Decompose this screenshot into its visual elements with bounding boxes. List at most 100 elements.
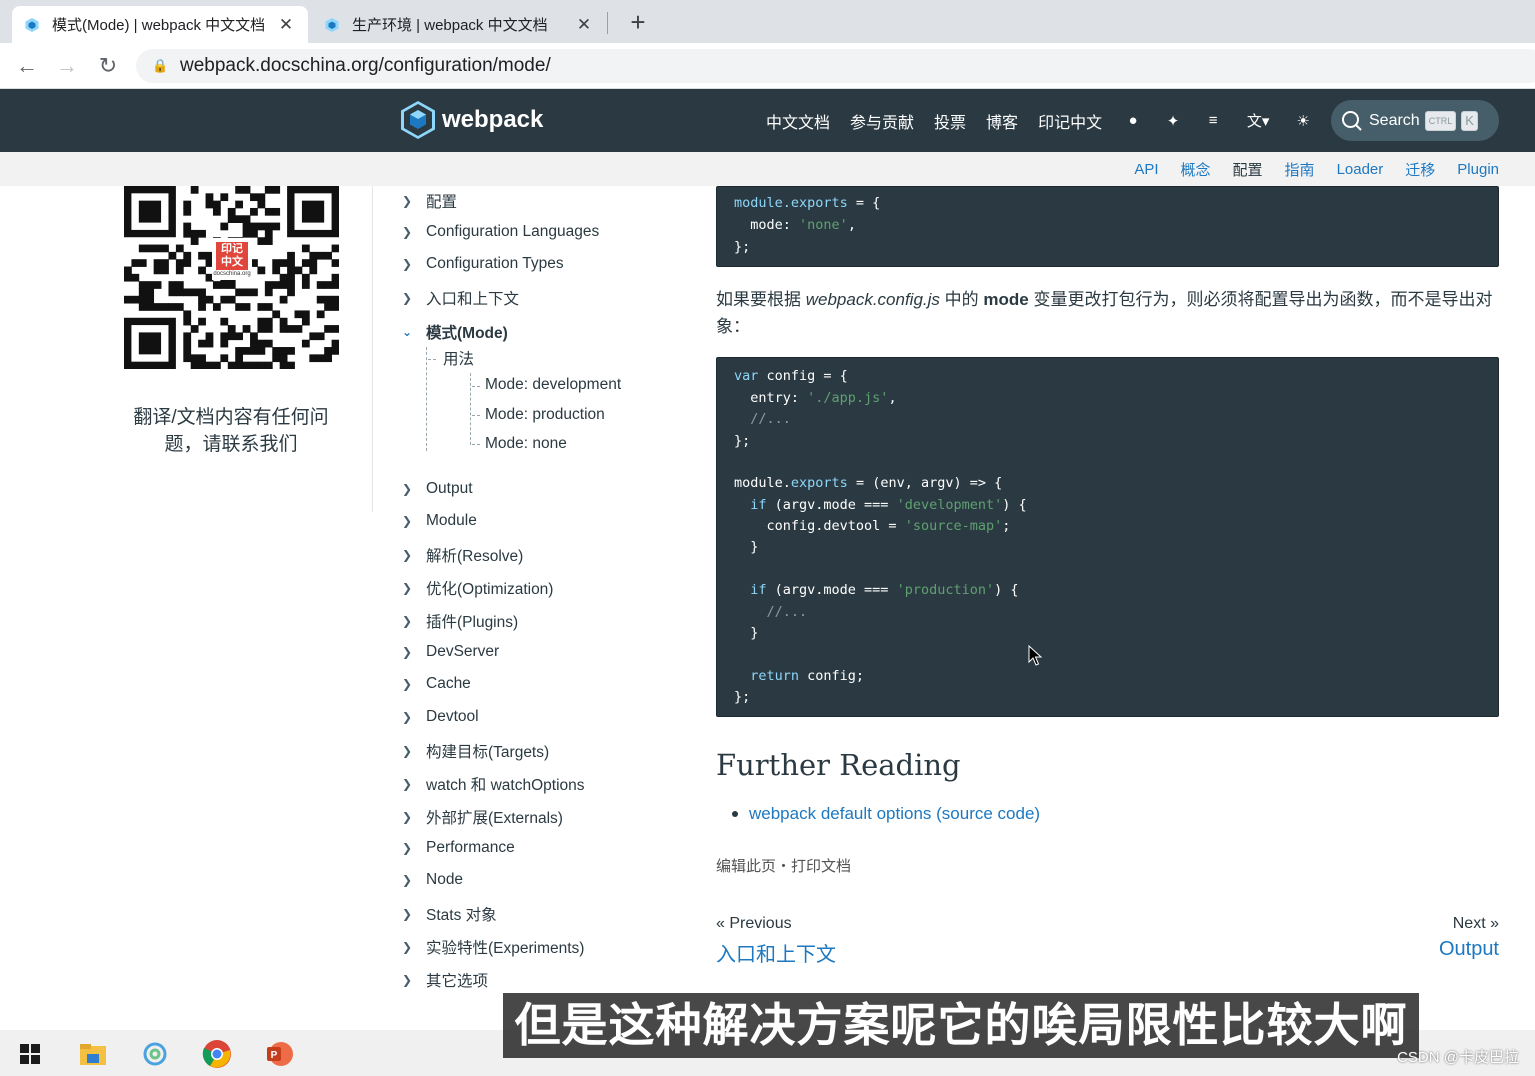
sidebar-item-config-languages[interactable]: ❯ Configuration Languages bbox=[400, 223, 599, 241]
nav-contribute[interactable]: 参与贡献 bbox=[850, 109, 914, 133]
sidebar-item-externals[interactable]: ❯ 外部扩展(Externals) bbox=[400, 806, 563, 828]
sidebar-subitem-usage[interactable]: 用法 bbox=[443, 347, 474, 369]
github-icon[interactable]: ● bbox=[1124, 112, 1142, 129]
kbd-k: K bbox=[1461, 110, 1478, 131]
browser-tab-mode[interactable]: 模式(Mode) | webpack 中文文档 ✕ bbox=[12, 6, 308, 43]
sidebar-item-node[interactable]: ❯ Node bbox=[400, 871, 463, 889]
chevron-right-icon: ❯ bbox=[401, 548, 413, 562]
nav-docschina[interactable]: 印记中文 bbox=[1038, 109, 1102, 133]
svg-text:P: P bbox=[271, 1050, 278, 1061]
windows-start-icon[interactable] bbox=[14, 1038, 46, 1070]
chevron-right-icon: ❯ bbox=[401, 810, 413, 824]
url-text: webpack.docschina.org/configuration/mode… bbox=[180, 55, 551, 76]
stackoverflow-icon[interactable]: ≡ bbox=[1204, 112, 1222, 129]
browser-tab-production[interactable]: 生产环境 | webpack 中文文档 ✕ bbox=[312, 6, 606, 43]
next-page-link[interactable]: Output bbox=[1439, 938, 1499, 961]
chevron-right-icon: ❯ bbox=[401, 194, 413, 208]
powerpoint-icon[interactable]: P bbox=[263, 1038, 295, 1070]
logo-text: webpack bbox=[442, 106, 544, 133]
back-icon[interactable]: ← bbox=[12, 51, 42, 81]
subnav-guides[interactable]: 指南 bbox=[1285, 159, 1315, 180]
browser-toolbar: ← → ↻ 🔒 webpack.docschina.org/configurat… bbox=[0, 43, 1535, 89]
sidebar-item-cache[interactable]: ❯ Cache bbox=[400, 675, 471, 693]
site-header: webpack 中文文档 参与贡献 投票 博客 印记中文 ● ✦ ≡ 文▾ ☀ … bbox=[0, 89, 1535, 152]
nav-vote[interactable]: 投票 bbox=[934, 109, 966, 133]
chevron-right-icon: ❯ bbox=[401, 291, 413, 305]
chevron-right-icon: ❯ bbox=[401, 841, 413, 855]
address-bar[interactable]: 🔒 webpack.docschina.org/configuration/mo… bbox=[136, 49, 1535, 83]
qr-code: 印记中文 docschina.org bbox=[124, 186, 340, 370]
search-button[interactable]: Search CTRL K bbox=[1331, 100, 1499, 141]
close-tab-icon[interactable]: ✕ bbox=[574, 15, 594, 35]
nav-docs[interactable]: 中文文档 bbox=[766, 109, 830, 133]
sidebar-item-configuration[interactable]: ❯ 配置 bbox=[400, 190, 457, 212]
sidebar-item-entry-context[interactable]: ❯ 入口和上下文 bbox=[400, 287, 519, 309]
sidebar-item-devserver[interactable]: ❯ DevServer bbox=[400, 643, 499, 661]
language-icon[interactable]: 文▾ bbox=[1244, 110, 1272, 131]
webpack-logo[interactable]: webpack bbox=[400, 100, 543, 140]
forward-icon[interactable]: → bbox=[52, 51, 82, 81]
close-tab-icon[interactable]: ✕ bbox=[276, 15, 296, 35]
sidebar-item-stats[interactable]: ❯ Stats 对象 bbox=[400, 903, 497, 925]
kbd-ctrl: CTRL bbox=[1424, 110, 1457, 131]
nav-blog[interactable]: 博客 bbox=[986, 109, 1018, 133]
chevron-right-icon: ❯ bbox=[401, 581, 413, 595]
video-subtitle: 但是这种解决方案呢它的唉局限性比较大啊 bbox=[503, 993, 1419, 1058]
chevron-right-icon: ❯ bbox=[401, 777, 413, 791]
chevron-right-icon: ❯ bbox=[401, 744, 413, 758]
chevron-right-icon: ❯ bbox=[401, 645, 413, 659]
chevron-right-icon: ❯ bbox=[401, 907, 413, 921]
search-icon bbox=[1342, 110, 1362, 131]
sidebar-item-resolve[interactable]: ❯ 解析(Resolve) bbox=[400, 544, 523, 566]
sidebar-item-optimization[interactable]: ❯ 优化(Optimization) bbox=[400, 577, 554, 599]
sidebar-subitem-mode-none[interactable]: Mode: none bbox=[485, 435, 567, 453]
subnav-loaders[interactable]: Loader bbox=[1337, 161, 1384, 178]
lock-icon: 🔒 bbox=[152, 58, 169, 73]
sidebar-item-performance[interactable]: ❯ Performance bbox=[400, 839, 515, 857]
twitter-icon[interactable]: ✦ bbox=[1164, 112, 1182, 130]
default-options-link[interactable]: webpack default options (source code) bbox=[732, 804, 1040, 824]
subnav-concepts[interactable]: 概念 bbox=[1181, 159, 1211, 180]
sidebar-item-other-options[interactable]: ❯ 其它选项 bbox=[400, 969, 488, 991]
chevron-right-icon: ❯ bbox=[401, 482, 413, 496]
next-label: Next » bbox=[1452, 915, 1499, 932]
app-swirl-icon[interactable] bbox=[139, 1038, 171, 1070]
subnav-migrate[interactable]: 迁移 bbox=[1405, 159, 1435, 180]
tab-title: 生产环境 | webpack 中文文档 bbox=[352, 17, 548, 34]
new-tab-icon[interactable]: + bbox=[624, 8, 652, 36]
sidebar-item-plugins[interactable]: ❯ 插件(Plugins) bbox=[400, 610, 518, 632]
bullet bbox=[732, 811, 738, 817]
chevron-down-icon: ⌄ bbox=[401, 325, 413, 339]
further-reading-heading: Further Reading bbox=[716, 748, 961, 782]
sidebar-item-config-types[interactable]: ❯ Configuration Types bbox=[400, 255, 564, 273]
sidebar-item-module[interactable]: ❯ Module bbox=[400, 512, 477, 530]
previous-page-link[interactable]: 入口和上下文 bbox=[716, 938, 836, 967]
subnav-plugins[interactable]: Plugin bbox=[1457, 161, 1499, 178]
subnav-configuration[interactable]: 配置 bbox=[1233, 159, 1263, 180]
chevron-right-icon: ❯ bbox=[401, 514, 413, 528]
sidebar-item-mode[interactable]: ⌄ 模式(Mode) bbox=[400, 321, 508, 343]
chrome-icon[interactable] bbox=[201, 1038, 233, 1070]
chevron-right-icon: ❯ bbox=[401, 677, 413, 691]
chevron-right-icon: ❯ bbox=[401, 973, 413, 987]
sidebar-subitem-mode-production[interactable]: Mode: production bbox=[485, 406, 605, 424]
tree-branch bbox=[428, 359, 436, 360]
top-nav: 中文文档 参与贡献 投票 博客 印记中文 ● ✦ ≡ 文▾ ☀ bbox=[766, 89, 1334, 152]
subnav-api[interactable]: API bbox=[1134, 161, 1158, 178]
search-label: Search bbox=[1369, 111, 1420, 129]
theme-toggle-icon[interactable]: ☀ bbox=[1294, 112, 1312, 130]
tab-title: 模式(Mode) | webpack 中文文档 bbox=[52, 17, 266, 34]
sidebar-item-output[interactable]: ❯ Output bbox=[400, 480, 473, 498]
reload-icon[interactable]: ↻ bbox=[93, 51, 123, 81]
chevron-right-icon: ❯ bbox=[401, 614, 413, 628]
edit-print-links[interactable]: 编辑此页・打印文档 bbox=[716, 855, 851, 876]
sidebar-subitem-mode-development[interactable]: Mode: development bbox=[485, 376, 621, 394]
sub-nav: API 概念 配置 指南 Loader 迁移 Plugin bbox=[0, 152, 1535, 186]
sidebar-item-devtool[interactable]: ❯ Devtool bbox=[400, 708, 479, 726]
sidebar-item-targets[interactable]: ❯ 构建目标(Targets) bbox=[400, 740, 549, 762]
sidebar-item-watch[interactable]: ❯ watch 和 watchOptions bbox=[400, 773, 585, 795]
file-explorer-icon[interactable] bbox=[77, 1038, 109, 1070]
mode-function-paragraph: 如果要根据 webpack.config.js 中的 mode 变量更改打包行为… bbox=[716, 290, 1493, 336]
sidebar-item-experiments[interactable]: ❯ 实验特性(Experiments) bbox=[400, 936, 585, 958]
webpack-favicon-icon bbox=[25, 17, 39, 32]
